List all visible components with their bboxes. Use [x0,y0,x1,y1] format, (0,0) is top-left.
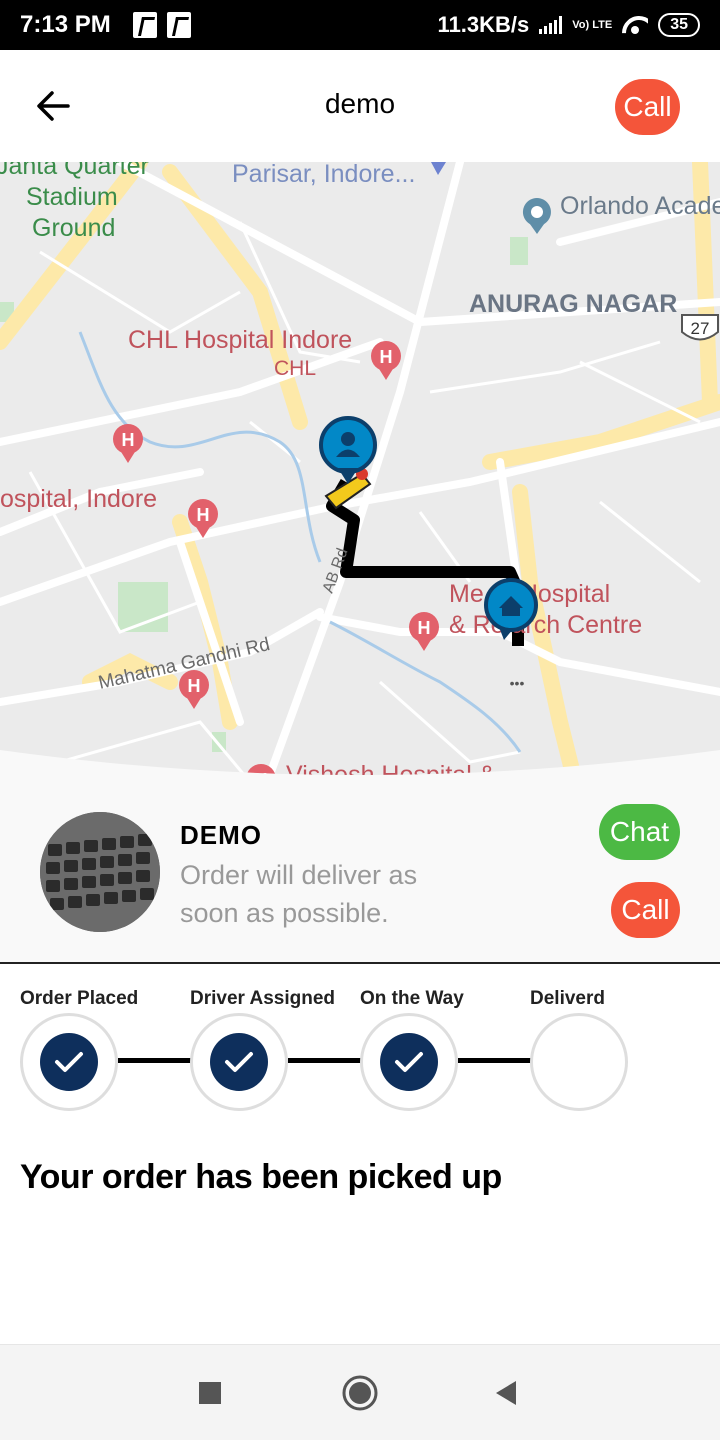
svg-text:H: H [380,347,393,367]
svg-text:H: H [188,676,201,696]
step-connector [288,1058,362,1063]
driver-name: DEMO [180,820,262,850]
map-label: Parisar, Indore... [232,162,415,188]
wifi-icon [622,16,648,34]
svg-text:H: H [418,618,431,638]
svg-text:H: H [197,505,210,525]
park-area [510,237,528,265]
step-delivered [530,1013,628,1111]
step-on-the-way [360,1013,458,1111]
step-label: Deliverd [530,988,605,1009]
call-button[interactable]: Call [615,79,680,135]
highway-number: 27 [691,319,710,338]
notification-icon [132,12,157,38]
notification-icon [166,12,191,38]
avatar [40,812,160,932]
call-driver-button[interactable]: Call [611,882,680,938]
page-title: demo [324,88,396,119]
divider [0,962,720,964]
check-icon [380,1033,438,1091]
svg-text:H: H [122,430,135,450]
step-label: Driver Assigned [190,988,336,1009]
map-label: ANURAG NAGAR [469,290,677,318]
map-label: Orlando Acade [560,192,720,220]
home-icon[interactable] [320,1345,400,1440]
recents-icon[interactable] [170,1345,250,1440]
driver-card: DEMO Order will deliver as soon as possi… [0,750,720,962]
chat-button[interactable]: Chat [599,804,680,860]
map-view[interactable]: Janta Quarter Stadium Ground Parisar, Indo… [0,162,720,802]
check-icon [210,1033,268,1091]
back-nav-icon[interactable] [466,1345,546,1440]
signal-icon [539,16,563,34]
map-label: ospital, Indore [0,485,157,513]
map-label: & Re arch Centre [449,611,642,639]
ellipsis-icon: ••• [510,675,525,691]
highway-shield-icon: 27 [681,314,719,341]
order-status-message: Your order has been picked up [20,1158,502,1196]
delivery-message: Order will deliver as soon as possible. [180,860,418,928]
map-label: CHL Hospital Indore [128,326,352,354]
status-bar: 7:13 PM 11.3KB/s Vo) LTE 35 [0,0,720,50]
step-label: On the Way [360,988,464,1009]
step-label: Order Placed [20,988,139,1009]
volte-badge: Vo) LTE [572,19,613,31]
step-connector [458,1058,532,1063]
system-nav-bar [0,1344,720,1440]
step-driver-assigned [190,1013,288,1111]
battery-icon: 35 [658,13,700,37]
app-bar: demo Call [0,50,720,162]
check-icon [40,1033,98,1091]
step-order-placed [20,1013,118,1111]
network-speed: 11.3KB/s [437,12,530,37]
map-label: CHL [274,357,316,380]
step-connector [118,1058,192,1063]
status-time: 7:13 PM [20,11,111,38]
